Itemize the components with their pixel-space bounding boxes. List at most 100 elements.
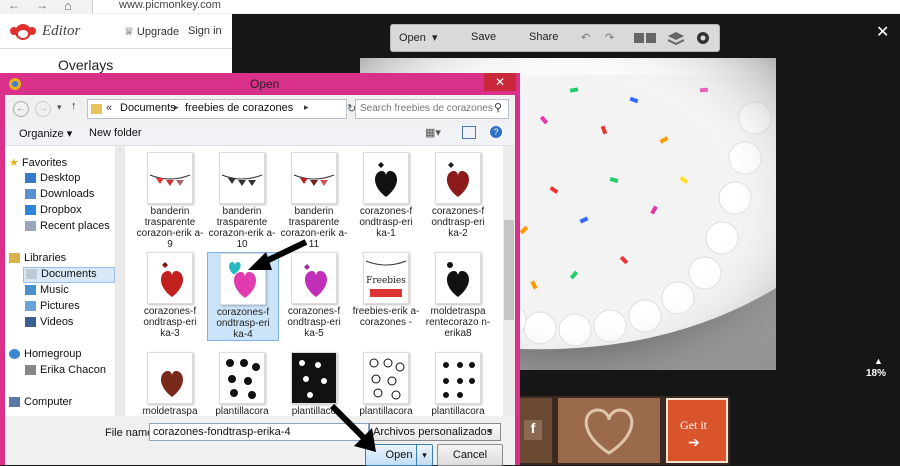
- banner-thumb-icon: [291, 152, 337, 204]
- nav-desktop[interactable]: Desktop: [25, 172, 80, 184]
- hearts-thumb-icon: [363, 152, 409, 204]
- nav-recent-places[interactable]: Recent places: [25, 220, 110, 232]
- breadcrumb[interactable]: « Documents ▸ freebies de corazones ▸: [87, 99, 347, 119]
- filetype-select[interactable]: Archivos personalizados ▾: [369, 423, 501, 441]
- up-folder-icon[interactable]: ↑: [71, 100, 77, 112]
- nav-libraries[interactable]: Libraries: [9, 252, 66, 264]
- zoom-up-icon[interactable]: ▲: [874, 356, 883, 366]
- hearts-pattern-thumb-icon: [219, 352, 265, 404]
- overlays-label: Overlays: [58, 57, 114, 73]
- nav-music[interactable]: Music: [25, 284, 69, 296]
- nav-dropbox[interactable]: Dropbox: [25, 204, 82, 216]
- computer-icon: [9, 397, 20, 408]
- save-button[interactable]: Save: [471, 31, 496, 43]
- command-bar: Organize ▾ New folder ▦▾ ?: [5, 123, 515, 146]
- nav-favorites[interactable]: ★ Favorites: [9, 156, 67, 169]
- nav-pictures-label: Pictures: [40, 300, 80, 312]
- back-icon[interactable]: ←: [8, 0, 20, 12]
- file-list: banderin trasparente corazon-erik a-9 ba…: [125, 146, 515, 417]
- file-label: moldetraspa rentecorazo n-erika8: [425, 306, 491, 339]
- nav-favorites-label: Favorites: [21, 157, 68, 169]
- editor-logo-text: Editor: [42, 23, 81, 39]
- browser-bar: ← → ⌂ www.picmonkey.com: [0, 0, 900, 15]
- redo-icon[interactable]: ↷: [605, 31, 614, 44]
- nav-libraries-label: Libraries: [24, 252, 67, 264]
- nav-computer[interactable]: Computer: [9, 396, 72, 408]
- arrow-right-icon: ➔: [688, 434, 700, 450]
- editor-toolbar: Open ▾ Save Share ↶ ↷: [390, 24, 720, 52]
- file-item[interactable]: plantillacora: [207, 352, 277, 417]
- search-input[interactable]: Search freebies de corazones ⚲: [355, 99, 509, 119]
- file-item[interactable]: corazones-f ondtrasp-eri ka-3: [135, 252, 205, 339]
- dialog-titlebar: Open ✕: [0, 73, 520, 95]
- forward-icon[interactable]: →: [36, 0, 48, 12]
- nav-downloads[interactable]: Downloads: [25, 188, 94, 200]
- heart-thumb[interactable]: [558, 398, 660, 463]
- breadcrumb-freebies[interactable]: freebies de corazones: [185, 102, 293, 114]
- upgrade-link[interactable]: ♕ Upgrade: [124, 25, 179, 38]
- share-button[interactable]: Share: [529, 31, 558, 43]
- new-folder-button[interactable]: New folder: [89, 127, 142, 139]
- sign-in-link[interactable]: Sign in: [188, 25, 222, 37]
- organize-button[interactable]: Organize ▾: [19, 127, 72, 140]
- hearts-pattern-thumb-icon: [363, 352, 409, 404]
- banner-thumb-icon: [219, 152, 265, 204]
- file-item[interactable]: moldetraspa: [135, 352, 205, 417]
- help-icon[interactable]: ?: [490, 126, 502, 138]
- dialog-footer: File name: corazones-fondtrasp-erika-4 A…: [5, 416, 515, 466]
- heart-wood-icon: [584, 408, 634, 455]
- nav-recent-label: Recent places: [40, 220, 110, 232]
- undo-icon[interactable]: ↶: [581, 31, 590, 44]
- preview-pane-icon[interactable]: [462, 126, 476, 139]
- file-item[interactable]: moldetraspa rentecorazo n-erika8: [423, 252, 493, 339]
- nav-scrollbar[interactable]: [115, 146, 125, 416]
- svg-text:Freebies: Freebies: [366, 276, 406, 286]
- get-it-thumb[interactable]: Get it ➔: [666, 398, 728, 463]
- dialog-close-button[interactable]: ✕: [484, 73, 516, 91]
- nav-videos[interactable]: Videos: [25, 316, 73, 328]
- filetype-value: Archivos personalizados: [373, 426, 493, 438]
- open-menu-button[interactable]: Open ▾: [399, 31, 438, 44]
- file-label: freebies-erik a-corazones -: [352, 306, 420, 328]
- recent-dropdown-icon[interactable]: ▾: [57, 102, 62, 113]
- breadcrumb-documents[interactable]: Documents: [120, 102, 176, 114]
- filename-value: corazones-fondtrasp-erika-4: [153, 426, 291, 438]
- file-label: corazones-f ondtrasp-eri ka-1: [359, 206, 413, 239]
- files-scrollbar[interactable]: [503, 146, 515, 416]
- gear-icon[interactable]: [695, 30, 711, 46]
- forward-nav-icon[interactable]: →: [35, 101, 51, 117]
- url-text: www.picmonkey.com: [119, 0, 221, 11]
- home-icon[interactable]: ⌂: [64, 0, 72, 13]
- breadcrumb-separator-icon: ▸: [174, 102, 179, 112]
- layers-icon[interactable]: [667, 30, 685, 46]
- file-label: corazones-f ondtrasp-eri ka-2: [431, 206, 485, 239]
- open-label: Open: [399, 32, 426, 44]
- view-options-icon[interactable]: ▦▾: [425, 126, 441, 139]
- compare-icon[interactable]: [633, 31, 657, 45]
- cancel-button[interactable]: Cancel: [437, 444, 503, 466]
- hearts-thumb-icon: [147, 352, 193, 404]
- facebook-thumb[interactable]: f: [520, 398, 552, 463]
- file-item[interactable]: Freebies freebies-erik a-corazones -: [351, 252, 421, 328]
- search-icon: ⚲: [494, 102, 503, 114]
- nav-pictures[interactable]: Pictures: [25, 300, 80, 312]
- file-item[interactable]: corazones-f ondtrasp-eri ka-2: [423, 152, 493, 239]
- hearts-thumb-icon: [147, 252, 193, 304]
- nav-desktop-label: Desktop: [40, 172, 81, 184]
- file-item[interactable]: banderin trasparente corazon-erik a-9: [135, 152, 205, 250]
- address-row: ← → ▾ ↑ « Documents ▸ freebies de corazo…: [5, 96, 515, 122]
- breadcrumb-separator-icon-2: ▸: [304, 102, 309, 112]
- open-dropdown-icon[interactable]: ▾: [416, 445, 432, 465]
- files-scrollbar-thumb[interactable]: [504, 220, 514, 320]
- chevron-down-icon: ▾: [488, 426, 493, 436]
- editor-header: Editor ♕ Upgrade Sign in: [0, 14, 232, 49]
- close-editor-icon[interactable]: ✕: [876, 22, 889, 42]
- nav-user[interactable]: Erika Chacon: [25, 364, 106, 376]
- documents-icon: [26, 269, 37, 280]
- file-item[interactable]: plantillacora: [423, 352, 493, 417]
- file-label: corazones-f ondtrasp-eri ka-3: [143, 306, 197, 339]
- file-item[interactable]: corazones-f ondtrasp-eri ka-1: [351, 152, 421, 239]
- back-nav-icon[interactable]: ←: [13, 101, 29, 117]
- nav-homegroup[interactable]: Homegroup: [9, 348, 81, 360]
- nav-documents[interactable]: Documents: [23, 267, 115, 283]
